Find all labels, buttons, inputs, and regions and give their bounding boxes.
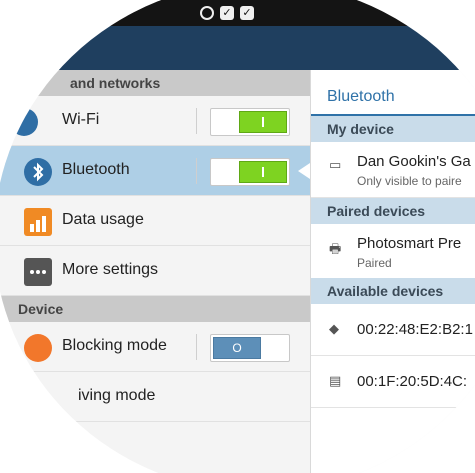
driving-mode-icon xyxy=(14,384,42,412)
sync-icon xyxy=(200,6,214,20)
divider xyxy=(196,108,197,134)
check-box-icon: ✓ xyxy=(240,6,254,20)
settings-item-data-usage[interactable]: Data usage xyxy=(0,196,310,246)
divider xyxy=(196,158,197,184)
data-usage-icon xyxy=(24,208,52,236)
printer-icon: 🖶 xyxy=(329,242,342,257)
tag-icon: ◆ xyxy=(329,322,339,337)
section-header-available: Available devices xyxy=(311,278,475,304)
section-header-my-device: My device xyxy=(311,116,475,142)
circular-magnifier-frame: ✓ ✓ and networks Wi-Fi Bluetooth Data us… xyxy=(0,0,475,473)
section-header-device: Device xyxy=(0,296,310,322)
my-device-item[interactable]: ▭ Dan Gookin's Ga Only visible to paire xyxy=(311,142,475,198)
blocking-mode-icon xyxy=(24,334,52,362)
available-device-item[interactable]: ◆ 00:22:48:E2:B2:1 xyxy=(311,304,475,356)
action-bar xyxy=(0,26,475,70)
toggle-knob-off: O xyxy=(213,337,261,359)
paired-device-item[interactable]: 🖶 Photosmart Pre Paired xyxy=(311,224,475,280)
settings-item-label: Data usage xyxy=(62,211,144,228)
settings-list: and networks Wi-Fi Bluetooth Data usage … xyxy=(0,70,310,473)
device-visibility: Only visible to paire xyxy=(357,174,462,188)
screen: ✓ ✓ and networks Wi-Fi Bluetooth Data us… xyxy=(0,0,475,473)
check-box-icon: ✓ xyxy=(220,6,234,20)
device-address: 00:1F:20:5D:4C: xyxy=(357,373,468,390)
status-bar: ✓ ✓ xyxy=(0,0,475,26)
section-header-paired: Paired devices xyxy=(311,198,475,224)
tablet-icon: ▭ xyxy=(329,158,342,173)
bluetooth-icon xyxy=(24,158,52,186)
wifi-icon xyxy=(10,108,38,136)
toggle-knob-on xyxy=(239,111,287,133)
settings-item-label: More settings xyxy=(62,261,159,278)
settings-item-label: iving mode xyxy=(78,387,156,404)
settings-item-label: Blocking mode xyxy=(62,337,167,354)
device-name: Photosmart Pre xyxy=(357,235,462,252)
panel-title: Bluetooth xyxy=(327,88,395,105)
bluetooth-panel: Bluetooth My device ▭ Dan Gookin's Ga On… xyxy=(310,70,475,473)
available-device-item[interactable]: ▤ 00:1F:20:5D:4C: xyxy=(311,356,475,408)
more-settings-icon xyxy=(24,258,52,286)
status-icons: ✓ ✓ xyxy=(200,6,254,20)
divider xyxy=(196,334,197,360)
bluetooth-toggle[interactable] xyxy=(210,158,290,186)
section-header-networks: and networks xyxy=(0,70,310,96)
settings-item-label: Wi-Fi xyxy=(62,111,100,128)
settings-item-label: Bluetooth xyxy=(62,161,130,178)
screenshot-viewport: ✓ ✓ and networks Wi-Fi Bluetooth Data us… xyxy=(0,0,475,473)
settings-item-more-settings[interactable]: More settings xyxy=(0,246,310,296)
settings-item-bluetooth[interactable]: Bluetooth xyxy=(0,146,310,196)
toggle-knob-on xyxy=(239,161,287,183)
settings-item-driving-mode[interactable]: iving mode xyxy=(0,372,310,422)
keyboard-icon: ▤ xyxy=(329,374,342,389)
device-address: 00:22:48:E2:B2:1 xyxy=(357,321,473,338)
blocking-mode-toggle[interactable]: O xyxy=(210,334,290,362)
device-status: Paired xyxy=(357,256,392,270)
settings-item-blocking-mode[interactable]: Blocking mode O xyxy=(0,322,310,372)
settings-item-wifi[interactable]: Wi-Fi xyxy=(0,96,310,146)
device-name: Dan Gookin's Ga xyxy=(357,153,471,170)
wifi-toggle[interactable] xyxy=(210,108,290,136)
selection-pointer xyxy=(298,163,310,179)
